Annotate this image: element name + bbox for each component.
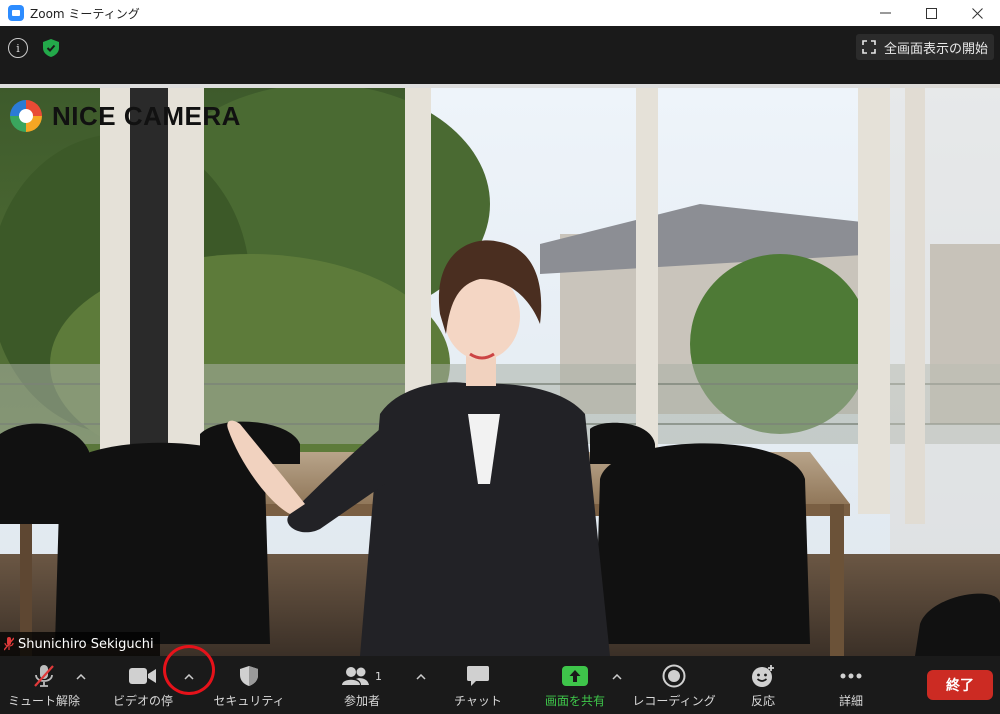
share-screen-button[interactable]: 画面を共有 [538,656,612,714]
nice-camera-logo: NICE CAMERA [10,100,241,132]
meeting-topbar: i 全画面表示の開始 [0,26,1000,84]
security-label: セキュリティ [213,694,285,708]
nice-camera-logo-mark [10,100,42,132]
virtual-background [0,84,1000,656]
participants-label: 参加者 [343,694,380,708]
close-button[interactable] [954,0,1000,26]
mic-muted-icon [4,637,14,651]
chat-icon [466,663,490,689]
more-icon [840,663,862,689]
participants-options-caret[interactable] [412,666,430,688]
reactions-button[interactable]: 反応 [740,656,786,714]
reactions-icon [751,663,775,689]
shield-check-icon[interactable] [40,36,62,60]
participant-name-tag: Shunichiro Sekiguchi [0,632,160,656]
record-icon [662,663,686,689]
share-screen-label: 画面を共有 [544,694,605,708]
end-meeting-button[interactable]: 終了 [927,670,993,700]
share-options-caret[interactable] [608,666,626,688]
audio-options-caret[interactable] [72,666,90,688]
security-shield-icon [239,663,259,689]
annotation-red-circle [163,645,215,695]
background-logo-text: NICE CAMERA [52,100,241,131]
zoom-app-icon [8,5,24,21]
minimize-button[interactable] [862,0,908,26]
info-icon[interactable]: i [8,38,28,58]
share-screen-icon [562,663,588,689]
mic-muted-icon [33,663,55,689]
window-controls [862,0,1000,26]
maximize-button[interactable] [908,0,954,26]
fullscreen-label: 全画面表示の開始 [883,41,988,57]
record-label: レコーディング [632,694,716,708]
record-button[interactable]: レコーディング [632,656,716,714]
meeting-toolbar: ミュート解除 ビデオの停 セキュリティ 1 参加者 チャット 画面を共有 レコー… [0,656,1000,714]
participants-button[interactable]: 1 参加者 [330,656,394,714]
window-title: Zoom ミーティング [30,6,140,21]
reactions-label: 反応 [750,694,775,708]
window-titlebar: Zoom ミーティング [0,0,1000,26]
more-button[interactable]: 詳細 [826,656,876,714]
stop-video-label: ビデオの停 [112,694,173,708]
security-button[interactable]: セキュリティ [212,656,286,714]
chat-label: チャット [454,694,502,708]
participants-count: 1 [375,669,382,683]
participants-icon: 1 [342,663,382,689]
fullscreen-icon [862,40,876,54]
participant-name: Shunichiro Sekiguchi [18,636,154,652]
fullscreen-button[interactable]: 全画面表示の開始 [855,34,994,60]
video-feed: NICE CAMERA [0,84,1000,656]
chat-button[interactable]: チャット [450,656,506,714]
unmute-label: ミュート解除 [7,694,80,708]
more-label: 詳細 [838,694,863,708]
video-camera-icon [129,663,157,689]
